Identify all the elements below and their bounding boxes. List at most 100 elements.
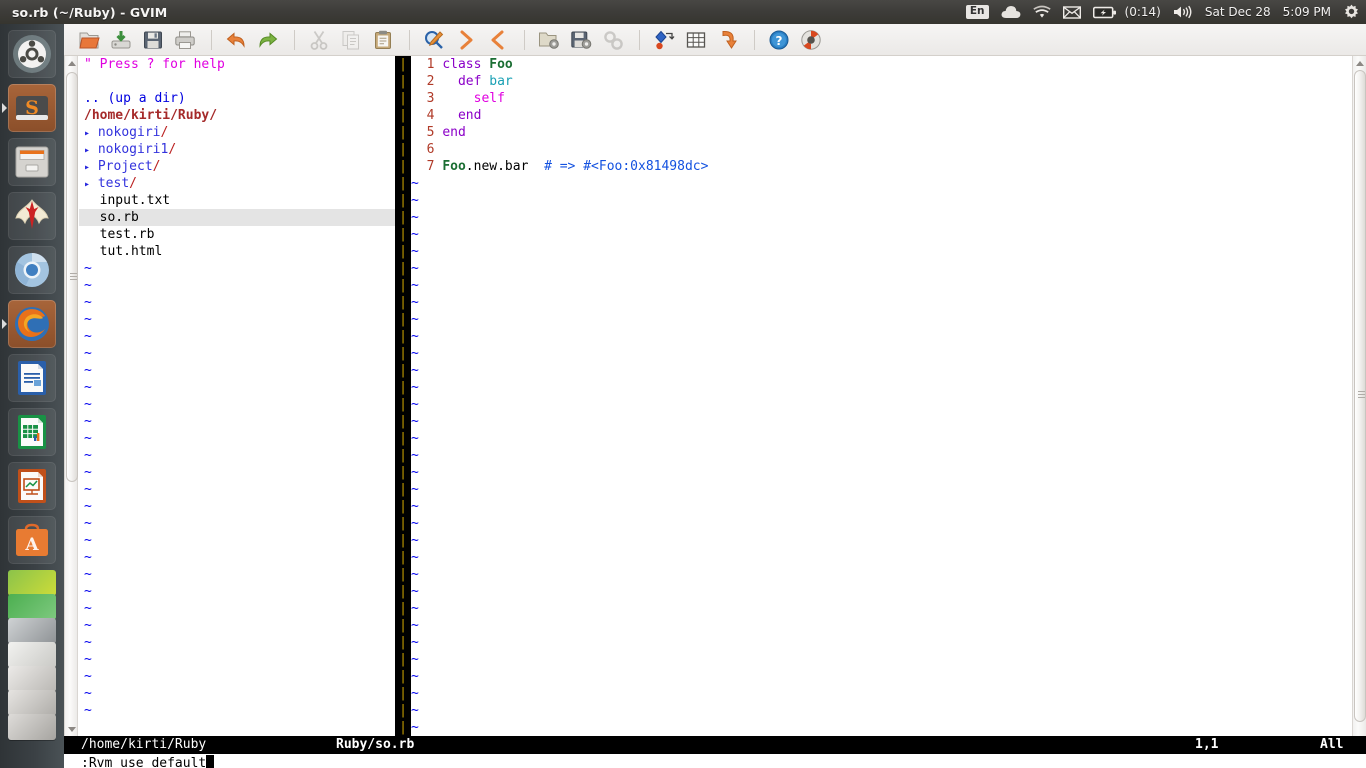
battery-icon[interactable] — [1092, 6, 1117, 19]
tree-directory-label: Project — [90, 159, 153, 174]
tilde-filler-line: ~ — [411, 482, 419, 497]
command-line[interactable]: :Rvm use default — [64, 754, 1366, 768]
tree-up-a-dir[interactable]: .. (up a dir) — [79, 90, 395, 107]
split-fill-char: | — [399, 584, 407, 599]
code-editor-pane[interactable]: 1 class Foo 2 def bar 3 self 4 end 5 end… — [411, 56, 1352, 736]
run-script-button[interactable] — [598, 26, 628, 54]
tilde-filler-line: ~ — [411, 414, 419, 429]
tilde-filler-line: ~ — [411, 193, 419, 208]
shell-button[interactable] — [713, 26, 743, 54]
split-fill-char: | — [399, 448, 407, 463]
tree-directory-label: nokogiri1 — [90, 142, 169, 157]
stack-item-editor[interactable] — [8, 642, 56, 668]
tree-directory-nokogiri[interactable]: ▸ nokogiri/ — [79, 124, 395, 141]
stack-item-screenshot[interactable] — [8, 618, 56, 644]
wifi-icon[interactable] — [1032, 5, 1051, 19]
cut-button[interactable] — [304, 26, 334, 54]
find-next-button[interactable] — [451, 26, 481, 54]
file-explorer-pane[interactable]: " Press ? for help .. (up a dir) /home/k… — [79, 56, 395, 736]
keyboard-language-indicator[interactable]: En — [965, 5, 989, 19]
launcher-item-sublime-text[interactable]: S — [2, 84, 56, 132]
date-label[interactable]: Sat Dec 28 — [1205, 5, 1271, 19]
launcher-item-ubuntu-dash[interactable] — [8, 30, 56, 78]
tilde-filler-line: ~ — [84, 652, 92, 667]
tree-file-tut.html[interactable]: tut.html — [79, 243, 395, 260]
stack-item-extra-3[interactable] — [8, 714, 56, 740]
code-token: bar — [489, 74, 513, 89]
find-prev-button[interactable] — [483, 26, 513, 54]
clock-label[interactable]: 5:09 PM — [1283, 5, 1331, 19]
scroll-thumb[interactable] — [1354, 70, 1366, 722]
scroll-up-arrow[interactable] — [1353, 56, 1366, 70]
redo-button[interactable] — [253, 26, 283, 54]
tree-file-test.rb[interactable]: test.rb — [79, 226, 395, 243]
copy-button[interactable] — [336, 26, 366, 54]
tilde-filler-line: ~ — [84, 635, 92, 650]
status-cwd: /home/kirti/Ruby — [81, 737, 207, 752]
gear-icon[interactable] — [1343, 4, 1360, 21]
code-line[interactable]: 5 end — [411, 124, 1352, 141]
envelope-icon[interactable] — [1062, 5, 1081, 19]
scroll-down-arrow[interactable] — [65, 722, 79, 736]
code-line[interactable]: 7 Foo.new.bar # => #<Foo:0x81498dc> — [411, 158, 1352, 175]
stack-item-extra-1[interactable] — [8, 666, 56, 692]
code-line[interactable]: 6 — [411, 141, 1352, 158]
status-line: /home/kirti/Ruby Ruby/so.rb 1,1 All — [64, 736, 1366, 754]
tilde-filler-line: ~ — [84, 380, 92, 395]
make-button[interactable] — [649, 26, 679, 54]
scroll-up-arrow[interactable] — [65, 56, 79, 70]
find-button[interactable] — [419, 26, 449, 54]
launcher-item-amarok[interactable] — [8, 192, 56, 240]
open-file-button[interactable] — [74, 26, 104, 54]
load-session-button[interactable] — [534, 26, 564, 54]
launcher-item-libreoffice-impress[interactable] — [8, 462, 56, 510]
code-scrollbar[interactable] — [1352, 56, 1366, 736]
tilde-filler-line: ~ — [411, 703, 419, 718]
split-fill-char: | — [399, 210, 407, 225]
tree-file-list: input.txt so.rb test.rb tut.html — [79, 192, 395, 260]
help-button[interactable]: ? — [764, 26, 794, 54]
scroll-thumb[interactable] — [66, 72, 78, 482]
launcher-item-files-nautilus[interactable] — [8, 138, 56, 186]
stack-item-update-manager[interactable] — [8, 594, 56, 620]
tilde-filler-line: ~ — [411, 295, 419, 310]
undo-button[interactable] — [221, 26, 251, 54]
gvim-window: ? " Press ? for help .. (up a dir) /home… — [64, 24, 1366, 768]
launcher-stack-group[interactable] — [0, 570, 64, 750]
save-all-button[interactable] — [106, 26, 136, 54]
save-button[interactable] — [138, 26, 168, 54]
tilde-filler-line: ~ — [411, 278, 419, 293]
tree-file-input.txt[interactable]: input.txt — [79, 192, 395, 209]
tilde-filler-line: ~ — [411, 499, 419, 514]
tilde-filler-line: ~ — [411, 210, 419, 225]
volume-icon[interactable] — [1173, 5, 1193, 19]
launcher-item-ubuntu-software-center[interactable]: A — [8, 516, 56, 564]
code-token: end — [442, 125, 466, 140]
tree-directory-test[interactable]: ▸ test/ — [79, 175, 395, 192]
split-fill-char: | — [399, 652, 407, 667]
launcher-item-chromium[interactable] — [8, 246, 56, 294]
tree-directory-Project[interactable]: ▸ Project/ — [79, 158, 395, 175]
tree-directory-nokogiri1[interactable]: ▸ nokogiri1/ — [79, 141, 395, 158]
code-line[interactable]: 2 def bar — [411, 73, 1352, 90]
split-fill-char: | — [399, 125, 407, 140]
code-line[interactable]: 3 self — [411, 90, 1352, 107]
paste-button[interactable] — [368, 26, 398, 54]
stack-item-extra-2[interactable] — [8, 690, 56, 716]
tilde-filler-line: ~ — [411, 329, 419, 344]
find-help-button[interactable] — [796, 26, 826, 54]
save-session-button[interactable] — [566, 26, 596, 54]
print-button[interactable] — [170, 26, 200, 54]
launcher-item-libreoffice-writer[interactable] — [8, 354, 56, 402]
tree-file-so.rb[interactable]: so.rb — [79, 209, 395, 226]
system-tray: En (0:14) Sat Dec 28 5:09 PM — [960, 0, 1366, 24]
cloud-icon[interactable] — [1001, 5, 1021, 19]
launcher-item-libreoffice-calc[interactable] — [8, 408, 56, 456]
code-line[interactable]: 4 end — [411, 107, 1352, 124]
build-tags-button[interactable] — [681, 26, 711, 54]
launcher-item-firefox[interactable] — [2, 300, 56, 348]
split-fill-char: | — [399, 720, 407, 735]
stack-item-books[interactable] — [8, 570, 56, 596]
code-line[interactable]: 1 class Foo — [411, 56, 1352, 73]
tree-scrollbar[interactable] — [64, 56, 78, 736]
